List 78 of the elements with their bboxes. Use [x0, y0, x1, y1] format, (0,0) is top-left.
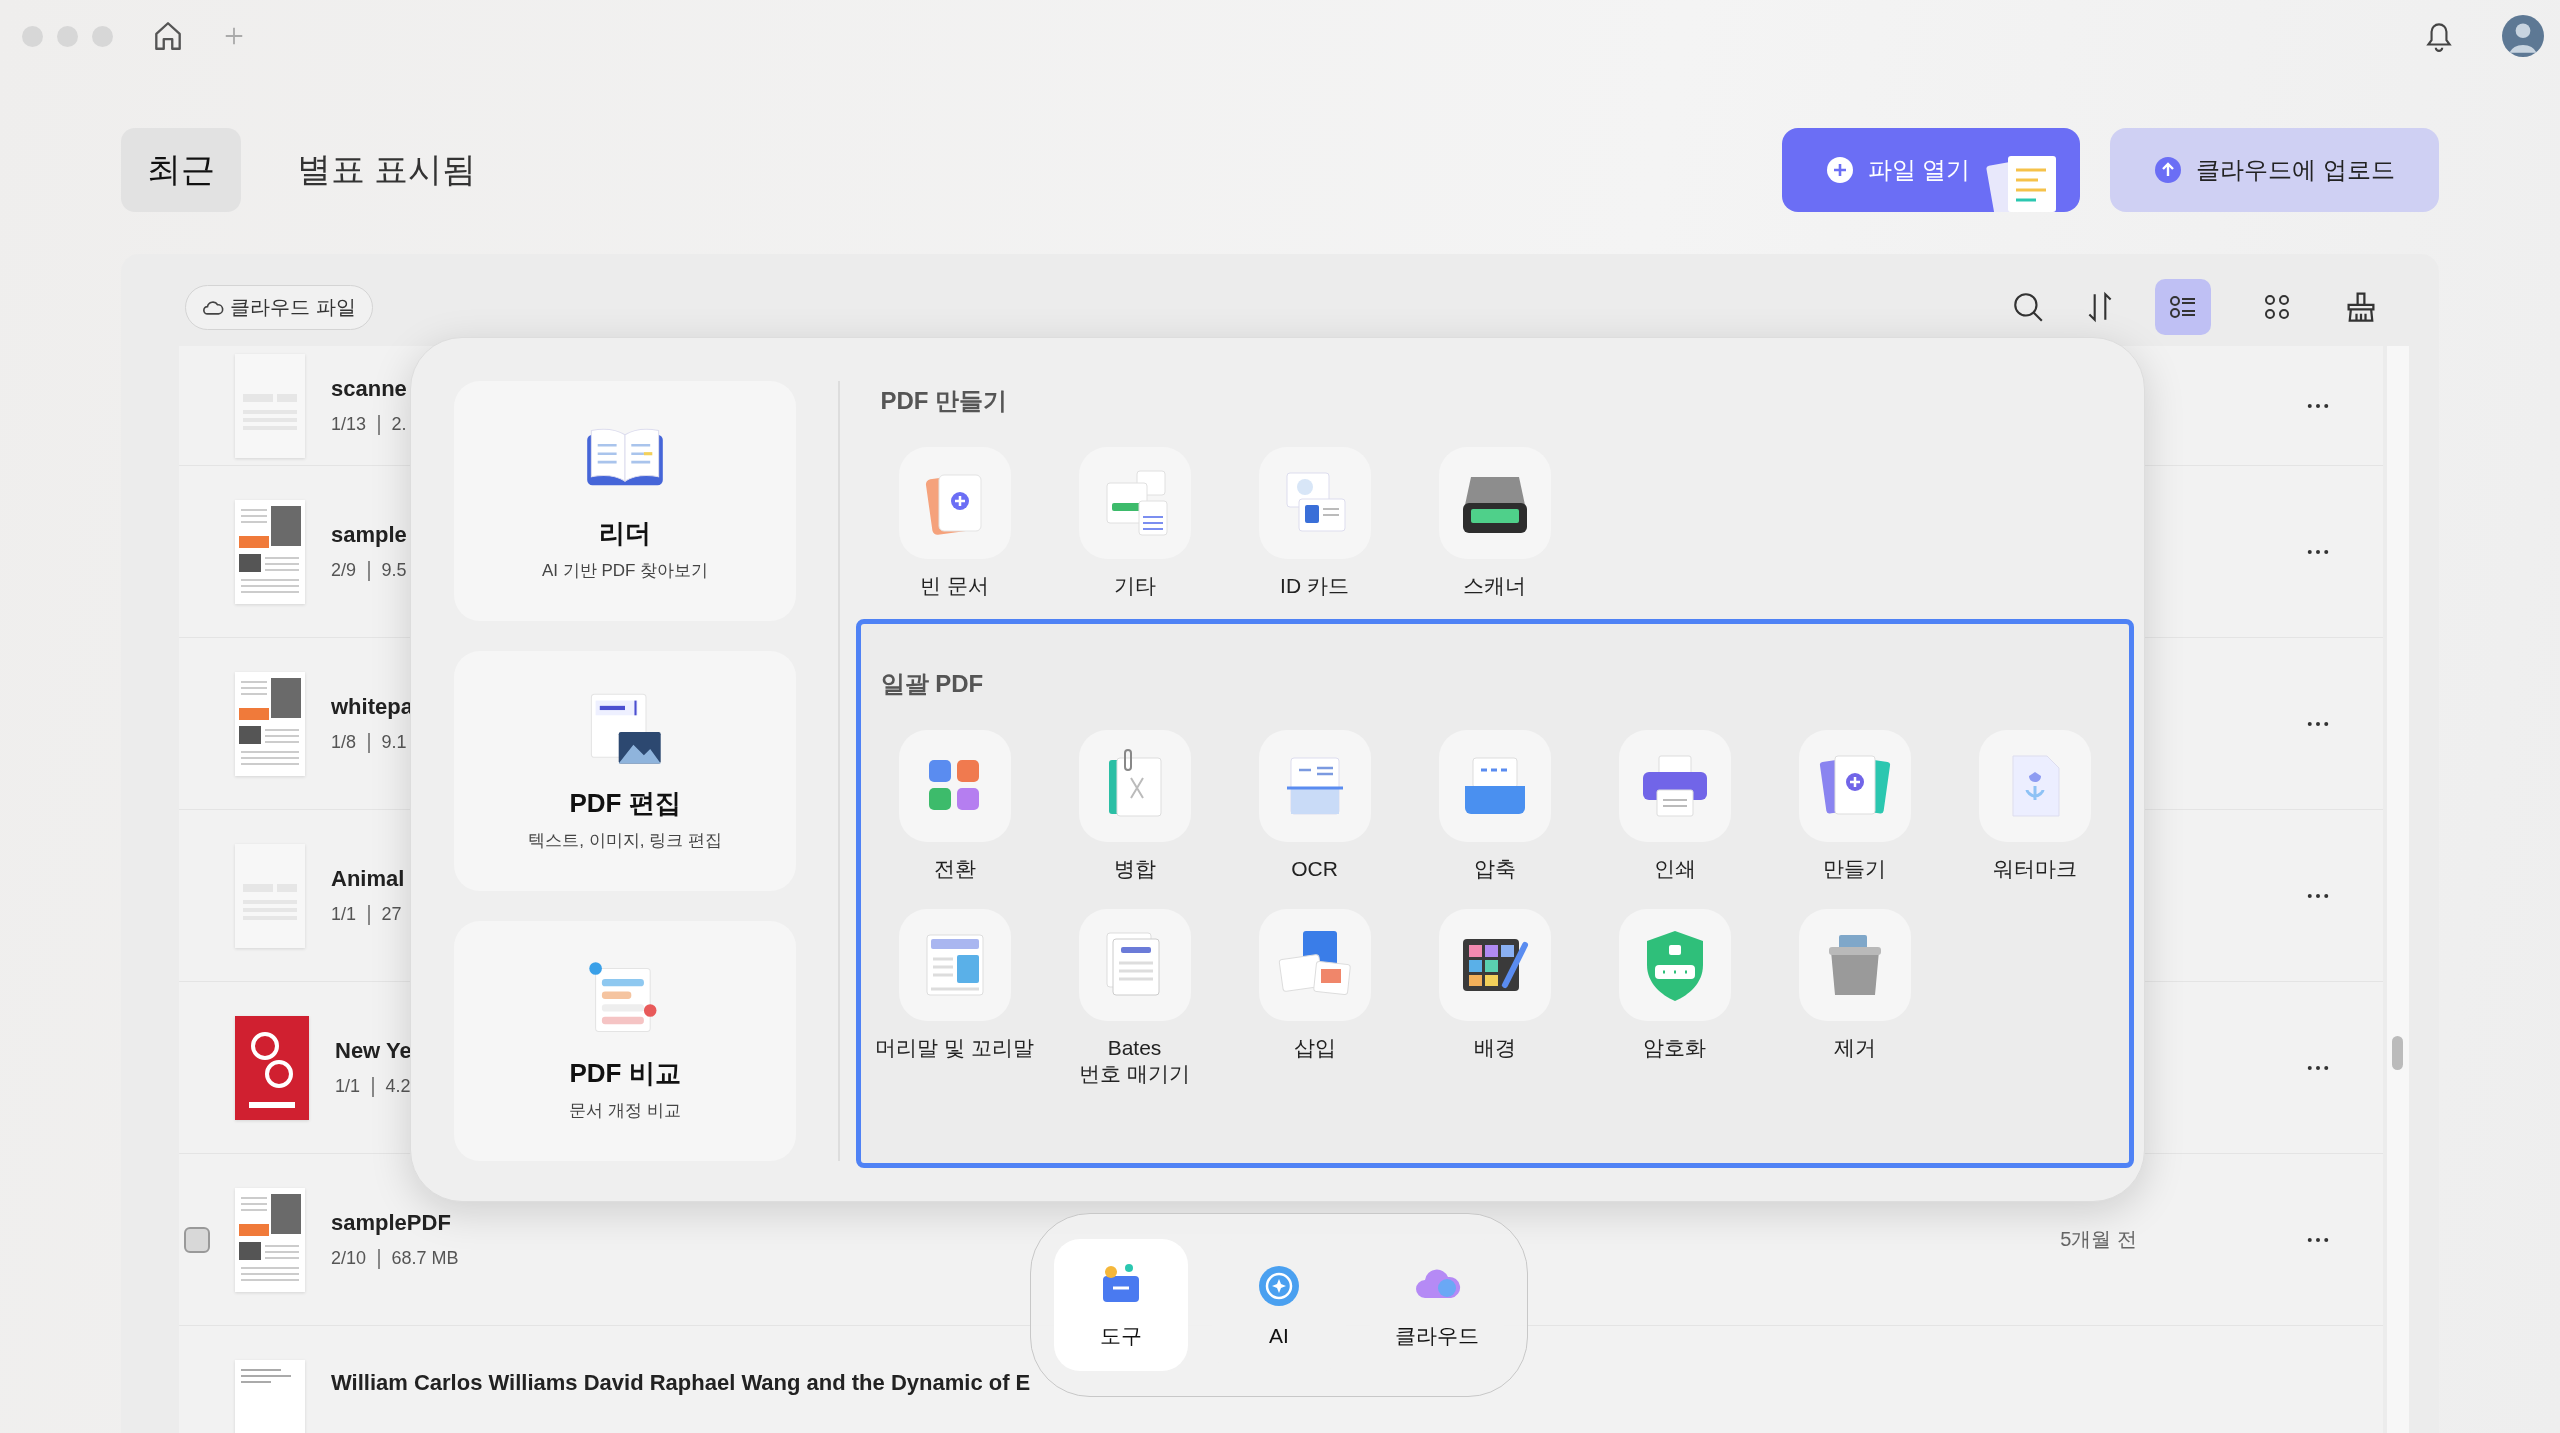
page-count: 1/1 [331, 904, 357, 925]
page-count: 1/13 [331, 414, 367, 435]
cloud-files-filter[interactable]: 클라우드 파일 [185, 284, 373, 330]
tool-button[interactable]: 만들기 [1764, 730, 1945, 883]
page-count: 2/9 [331, 560, 357, 581]
color-palette-icon [1438, 908, 1551, 1021]
file-size: 2. [391, 414, 407, 435]
tool-button[interactable]: ID 카드 [1224, 447, 1405, 600]
tool-button[interactable]: Bates 번호 매기기 [1044, 908, 1225, 1087]
file-size: 27 [381, 904, 402, 925]
documents-icon [1078, 447, 1191, 559]
more-options-icon[interactable] [2307, 1064, 2329, 1071]
stacked-pages-icon [1078, 908, 1191, 1021]
file-size: 4.2 [385, 1076, 411, 1097]
file-name: samplePDF [331, 1210, 452, 1236]
tool-button[interactable]: 배경 [1404, 908, 1585, 1087]
tool-button[interactable]: 전환 [864, 730, 1045, 883]
section-title: PDF 만들기 [879, 386, 1009, 416]
tool-button[interactable]: 기타 [1044, 447, 1225, 600]
page-count: 2/10 [331, 1248, 367, 1269]
scrollbar[interactable] [2387, 346, 2409, 1433]
page-layout-icon [898, 908, 1011, 1021]
more-options-icon[interactable] [2307, 1236, 2329, 1243]
blank-page-icon [898, 447, 1011, 559]
cloud-icon [202, 298, 224, 316]
tool-button[interactable]: 삽입 [1224, 908, 1405, 1087]
tool-card[interactable]: PDF 비교 문서 개정 비교 [454, 921, 796, 1161]
page-count: 1/1 [335, 1076, 361, 1097]
checkbox[interactable] [184, 1226, 210, 1253]
scanner-icon [1438, 447, 1551, 559]
plus-circle-icon [1825, 156, 1854, 184]
dock-item[interactable]: 도구 [1054, 1239, 1188, 1371]
archive-tray-icon [1438, 730, 1551, 843]
tool-card[interactable]: 리더 AI 기반 PDF 찾아보기 [454, 381, 796, 621]
file-name: sample [331, 522, 407, 548]
new-document-icon [1798, 730, 1911, 843]
file-name: New Ye [335, 1038, 412, 1064]
more-options-icon[interactable] [2307, 402, 2329, 409]
avatar[interactable] [2502, 15, 2544, 57]
tool-button[interactable]: 제거 [1764, 908, 1945, 1087]
file-name: whitepa [331, 694, 413, 720]
file-name: Animal [331, 866, 405, 892]
shield-lock-icon [1618, 908, 1731, 1021]
tool-button[interactable]: 인쇄 [1584, 730, 1765, 883]
id-card-icon [1258, 447, 1371, 559]
more-options-icon[interactable] [2307, 892, 2329, 899]
app-grid-icon [898, 730, 1011, 843]
trash-can-icon [1798, 908, 1911, 1021]
scan-text-icon [1258, 730, 1371, 843]
tab[interactable]: 별표 표시됨 [271, 128, 503, 212]
printer-icon [1618, 730, 1731, 843]
action-button[interactable]: 클라우드에 업로드 [2110, 128, 2439, 212]
flower-document-icon [1978, 730, 2091, 843]
file-name: William Carlos Williams David Raphael Wang and the Dynamic of E [331, 1370, 1031, 1396]
tool-button[interactable]: 병합 [1044, 730, 1225, 883]
file-name: scanne [331, 376, 407, 402]
tool-button[interactable]: 머리말 및 꼬리말 [864, 908, 1045, 1087]
page-count: 1/8 [331, 732, 357, 753]
list-view-button[interactable] [2155, 279, 2211, 335]
tab[interactable]: 최근 [121, 128, 241, 212]
tool-button[interactable]: 스캐너 [1404, 447, 1585, 600]
tool-button[interactable]: 암호화 [1584, 908, 1765, 1087]
section-title: 일괄 PDF [879, 669, 985, 700]
more-options-icon[interactable] [2307, 720, 2329, 727]
tool-card[interactable]: PDF 편집 텍스트, 이미지, 링크 편집 [454, 651, 796, 891]
file-size: 9.1 [381, 732, 407, 753]
tool-button[interactable]: 빈 문서 [864, 447, 1045, 600]
tool-button[interactable]: 압축 [1404, 730, 1585, 883]
tool-button[interactable]: OCR [1224, 730, 1405, 883]
file-size: 68.7 MB [391, 1248, 459, 1269]
action-button[interactable]: 파일 열기 [1781, 128, 2081, 212]
tool-button[interactable]: 워터마크 [1944, 730, 2125, 883]
merge-document-icon [1078, 730, 1191, 843]
insert-pages-icon [1258, 908, 1371, 1021]
modified-date: 5개월 전 [2060, 1227, 2137, 1252]
file-size: 9.5 [381, 560, 407, 581]
more-options-icon[interactable] [2307, 548, 2329, 555]
search-icon[interactable] [2011, 290, 2045, 324]
